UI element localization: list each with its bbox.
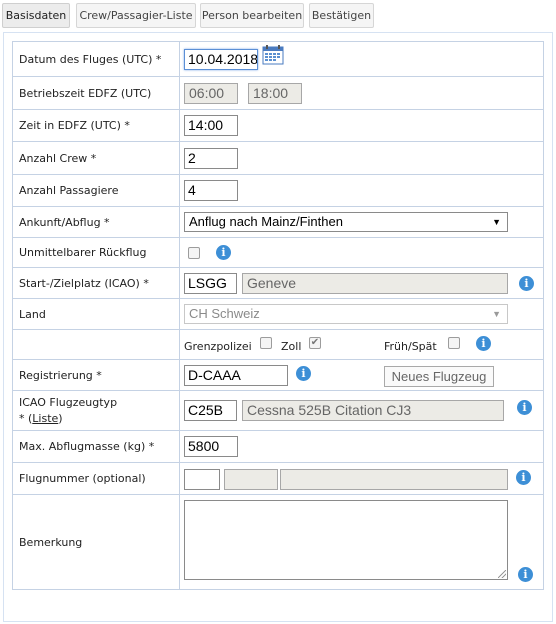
- label-grenzpolizei: Grenzpolizei: [184, 340, 252, 353]
- chevron-down-icon: ▼: [492, 217, 501, 227]
- bemerkung-textarea[interactable]: [184, 500, 508, 580]
- info-icon[interactable]: i: [516, 470, 531, 485]
- info-icon[interactable]: i: [518, 567, 533, 582]
- chevron-down-icon: ▼: [492, 309, 501, 319]
- info-icon[interactable]: i: [517, 400, 532, 415]
- resize-grip-icon[interactable]: [498, 570, 506, 578]
- label-flugnummer: Flugnummer (optional): [12, 462, 180, 495]
- flugnummer-field-2: [224, 469, 278, 490]
- label-flugzeugtyp-prefix: * (: [19, 411, 33, 425]
- info-icon[interactable]: i: [519, 276, 534, 291]
- label-crew: Anzahl Crew *: [12, 141, 180, 175]
- info-icon[interactable]: i: [216, 245, 231, 260]
- ankunft-abflug-value: Anflug nach Mainz/Finthen: [189, 214, 343, 229]
- betriebszeit-from: 06:00: [184, 83, 238, 104]
- label-flugzeugtyp-suffix: ): [58, 411, 63, 425]
- startziel-name: Geneve: [242, 273, 508, 294]
- ankunft-abflug-select[interactable]: Anflug nach Mainz/Finthen ▼: [184, 212, 508, 232]
- zeit-input[interactable]: 14:00: [184, 115, 238, 136]
- neues-flugzeug-button[interactable]: Neues Flugzeug: [384, 366, 494, 387]
- passagiere-input[interactable]: 4: [184, 180, 238, 201]
- tab-bestaetigen[interactable]: Bestätigen: [309, 3, 374, 28]
- frueh-spaet-checkbox[interactable]: [448, 337, 460, 349]
- startziel-icao-input[interactable]: LSGG: [184, 273, 237, 294]
- label-zoll: Zoll: [281, 340, 302, 353]
- label-flugzeugtyp-line1: ICAO Flugzeugtyp: [19, 395, 118, 409]
- label-passagiere: Anzahl Passagiere: [12, 174, 180, 207]
- crew-input[interactable]: 2: [184, 148, 238, 169]
- label-bemerkung: Bemerkung: [12, 494, 180, 590]
- label-abflugmasse: Max. Abflugmasse (kg) *: [12, 430, 180, 463]
- liste-link[interactable]: Liste: [32, 412, 58, 425]
- land-value: CH Schweiz: [189, 306, 260, 321]
- label-startziel: Start-/Zielplatz (ICAO) *: [12, 267, 180, 299]
- label-ankunft-abflug: Ankunft/Abflug *: [12, 206, 180, 238]
- form-panel: Datum des Fluges (UTC) * 10.04.2018 Betr…: [3, 32, 553, 622]
- check-icon: ✔: [310, 337, 320, 348]
- label-frueh-spaet: Früh/Spät: [384, 340, 437, 353]
- calendar-icon[interactable]: [262, 45, 284, 68]
- abflugmasse-input[interactable]: 5800: [184, 436, 238, 457]
- betriebszeit-to: 18:00: [248, 83, 302, 104]
- label-empty: [12, 329, 180, 360]
- info-icon[interactable]: i: [476, 336, 491, 351]
- basisdaten-form: Datum des Fluges (UTC) * 10.04.2018 Betr…: [12, 41, 544, 590]
- flugnummer-field-3: [280, 469, 508, 490]
- label-registrierung: Registrierung *: [12, 359, 180, 391]
- flugzeugtyp-name: Cessna 525B Citation CJ3: [242, 400, 504, 421]
- tab-crew-passagier-liste[interactable]: Crew/Passagier-Liste: [76, 3, 196, 28]
- tab-person-bearbeiten[interactable]: Person bearbeiten: [200, 3, 304, 28]
- info-icon[interactable]: i: [296, 366, 311, 381]
- label-land: Land: [12, 298, 180, 330]
- label-flugzeugtyp: ICAO Flugzeugtyp * (Liste): [12, 390, 180, 431]
- rueckflug-checkbox[interactable]: [188, 247, 200, 259]
- grenzpolizei-checkbox[interactable]: [260, 337, 272, 349]
- registrierung-input[interactable]: D-CAAA: [184, 365, 288, 386]
- tab-basisdaten[interactable]: Basisdaten: [2, 3, 70, 28]
- label-zeit: Zeit in EDFZ (UTC) *: [12, 109, 180, 142]
- label-datum: Datum des Fluges (UTC) *: [12, 41, 180, 77]
- zoll-checkbox[interactable]: ✔: [309, 337, 321, 349]
- datum-input[interactable]: 10.04.2018: [184, 49, 258, 70]
- land-select[interactable]: CH Schweiz ▼: [184, 304, 508, 324]
- flugzeugtyp-code-input[interactable]: C25B: [184, 400, 237, 421]
- label-betriebszeit: Betriebszeit EDFZ (UTC): [12, 76, 180, 110]
- flugnummer-input[interactable]: [184, 469, 220, 490]
- label-rueckflug: Unmittelbarer Rückflug: [12, 237, 180, 268]
